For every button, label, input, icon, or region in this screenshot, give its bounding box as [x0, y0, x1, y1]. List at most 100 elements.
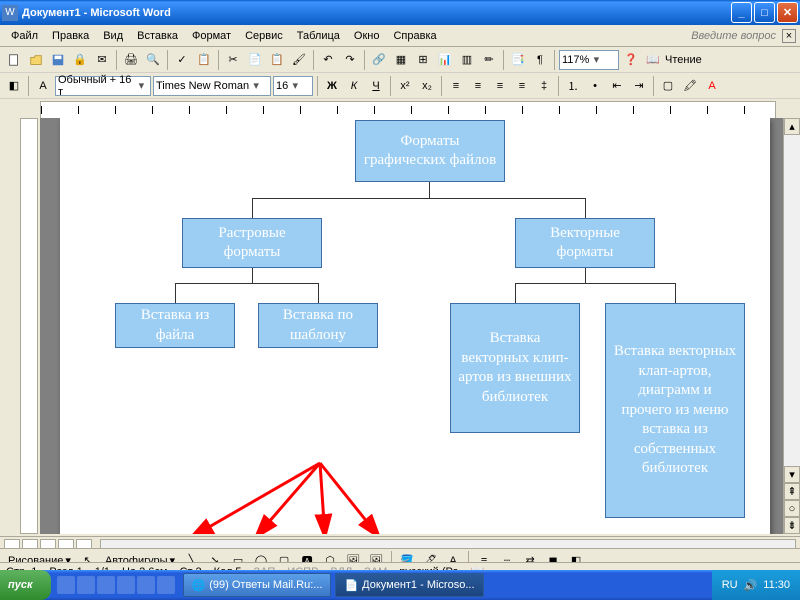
- email-icon[interactable]: ✉: [92, 50, 112, 70]
- doc-close-button[interactable]: ×: [782, 29, 796, 43]
- font-color-icon[interactable]: A: [702, 76, 722, 96]
- page-scroll[interactable]: Форматы графических файлов Растровые фор…: [40, 118, 783, 534]
- ask-question-box[interactable]: Введите вопрос: [691, 30, 776, 42]
- drawing-icon[interactable]: ✏: [479, 50, 499, 70]
- format-painter-icon[interactable]: 🖌: [289, 50, 309, 70]
- scroll-up-icon[interactable]: ▴: [784, 118, 800, 135]
- numbering-icon[interactable]: ⒈: [563, 76, 583, 96]
- org-node-raster[interactable]: Растровые форматы: [182, 218, 322, 268]
- align-center-icon[interactable]: ≡: [468, 76, 488, 96]
- menu-tools[interactable]: Сервис: [238, 28, 290, 44]
- menu-format[interactable]: Формат: [185, 28, 238, 44]
- scroll-down-icon[interactable]: ▾: [784, 466, 800, 483]
- borders-icon[interactable]: ▢: [658, 76, 678, 96]
- undo-icon[interactable]: ↶: [318, 50, 338, 70]
- org-node-clipart-own[interactable]: Вставка векторных клап-артов, диаграмм и…: [605, 303, 745, 518]
- ql-icon[interactable]: [117, 576, 135, 594]
- tray-icon[interactable]: 🔊: [744, 579, 758, 592]
- close-button[interactable]: ✕: [777, 2, 798, 23]
- quick-launch: [51, 576, 181, 594]
- hyperlink-icon[interactable]: 🔗: [369, 50, 389, 70]
- window-title: Документ1 - Microsoft Word: [22, 7, 731, 19]
- align-right-icon[interactable]: ≡: [490, 76, 510, 96]
- save-icon[interactable]: [48, 50, 68, 70]
- ql-icon[interactable]: [97, 576, 115, 594]
- taskbar-mail[interactable]: 🌐(99) Ответы Mail.Ru:...: [183, 573, 332, 597]
- cut-icon[interactable]: ✂: [223, 50, 243, 70]
- vertical-ruler[interactable]: [20, 118, 38, 534]
- read-mode-icon[interactable]: 📖: [643, 50, 663, 70]
- research-icon[interactable]: 📋: [194, 50, 214, 70]
- underline-icon[interactable]: Ч: [366, 76, 386, 96]
- menu-window[interactable]: Окно: [347, 28, 387, 44]
- permission-icon[interactable]: 🔒: [70, 50, 90, 70]
- titlebar: W Документ1 - Microsoft Word _ □ ✕: [0, 0, 800, 25]
- tables-borders-icon[interactable]: ▦: [391, 50, 411, 70]
- paste-icon[interactable]: 📋: [267, 50, 287, 70]
- ql-icon[interactable]: [137, 576, 155, 594]
- open-icon[interactable]: [26, 50, 46, 70]
- ql-icon[interactable]: [77, 576, 95, 594]
- taskbar: пуск 🌐(99) Ответы Mail.Ru:... 📄Документ1…: [0, 570, 800, 600]
- menu-insert[interactable]: Вставка: [130, 28, 185, 44]
- ql-icon[interactable]: [157, 576, 175, 594]
- show-marks-icon[interactable]: ¶: [530, 50, 550, 70]
- bullets-icon[interactable]: •: [585, 76, 605, 96]
- font-combo[interactable]: Times New Roman▾: [153, 76, 271, 96]
- org-node-vector[interactable]: Векторные форматы: [515, 218, 655, 268]
- word-icon: W: [2, 5, 18, 21]
- taskbar-word[interactable]: 📄Документ1 - Microso...: [335, 573, 483, 597]
- style-a-icon[interactable]: A: [33, 76, 53, 96]
- minimize-button[interactable]: _: [731, 2, 752, 23]
- excel-icon[interactable]: 📊: [435, 50, 455, 70]
- bold-icon[interactable]: Ж: [322, 76, 342, 96]
- menu-view[interactable]: Вид: [96, 28, 130, 44]
- standard-toolbar: 🔒 ✉ 🖨 🔍 ✓ 📋 ✂ 📄 📋 🖌 ↶ ↷ 🔗 ▦ ⊞ 📊 ▥ ✏ 📑 ¶ …: [0, 47, 800, 73]
- ql-icon[interactable]: [57, 576, 75, 594]
- subscript-icon[interactable]: x₂: [417, 76, 437, 96]
- formatting-toolbar: ◧ A Обычный + 16 т▾ Times New Roman▾ 16▾…: [0, 73, 800, 99]
- print-preview-icon[interactable]: 🔍: [143, 50, 163, 70]
- zoom-combo[interactable]: 117%▾: [559, 50, 619, 70]
- new-doc-icon[interactable]: [4, 50, 24, 70]
- menu-help[interactable]: Справка: [386, 28, 443, 44]
- columns-icon[interactable]: ▥: [457, 50, 477, 70]
- org-node-clipart-ext[interactable]: Вставка векторных клип-артов из внешних …: [450, 303, 580, 433]
- redo-icon[interactable]: ↷: [340, 50, 360, 70]
- copy-icon[interactable]: 📄: [245, 50, 265, 70]
- align-left-icon[interactable]: ≡: [446, 76, 466, 96]
- indent-icon[interactable]: ⇥: [629, 76, 649, 96]
- page: Форматы графических файлов Растровые фор…: [60, 118, 770, 534]
- print-icon[interactable]: 🖨: [121, 50, 141, 70]
- help-icon[interactable]: ❓: [621, 50, 641, 70]
- document-area: Форматы графических файлов Растровые фор…: [0, 118, 800, 534]
- tray-lang[interactable]: RU: [722, 579, 738, 591]
- styles-icon[interactable]: ◧: [4, 76, 24, 96]
- start-button[interactable]: пуск: [0, 570, 51, 600]
- insert-table-icon[interactable]: ⊞: [413, 50, 433, 70]
- docmap-icon[interactable]: 📑: [508, 50, 528, 70]
- tray-clock: 11:30: [763, 579, 790, 591]
- italic-icon[interactable]: К: [344, 76, 364, 96]
- org-node-root[interactable]: Форматы графических файлов: [355, 120, 505, 182]
- fontsize-combo[interactable]: 16▾: [273, 76, 313, 96]
- menu-file[interactable]: Файл: [4, 28, 45, 44]
- org-node-file[interactable]: Вставка из файла: [115, 303, 235, 348]
- line-spacing-icon[interactable]: ‡: [534, 76, 554, 96]
- menu-edit[interactable]: Правка: [45, 28, 96, 44]
- align-justify-icon[interactable]: ≡: [512, 76, 532, 96]
- outdent-icon[interactable]: ⇤: [607, 76, 627, 96]
- next-page-icon[interactable]: ⇟: [784, 517, 800, 534]
- style-combo[interactable]: Обычный + 16 т▾: [55, 76, 151, 96]
- spelling-icon[interactable]: ✓: [172, 50, 192, 70]
- maximize-button[interactable]: □: [754, 2, 775, 23]
- superscript-icon[interactable]: x²: [395, 76, 415, 96]
- menu-table[interactable]: Таблица: [290, 28, 347, 44]
- org-node-template[interactable]: Вставка по шаблону: [258, 303, 378, 348]
- prev-page-icon[interactable]: ⇞: [784, 483, 800, 500]
- horizontal-ruler[interactable]: [40, 101, 776, 119]
- system-tray[interactable]: RU 🔊 11:30: [712, 570, 800, 600]
- highlight-icon[interactable]: 🖍: [680, 76, 700, 96]
- browse-object-icon[interactable]: ○: [784, 500, 800, 517]
- vertical-scrollbar[interactable]: ▴ ▾ ⇞ ○ ⇟: [783, 118, 800, 534]
